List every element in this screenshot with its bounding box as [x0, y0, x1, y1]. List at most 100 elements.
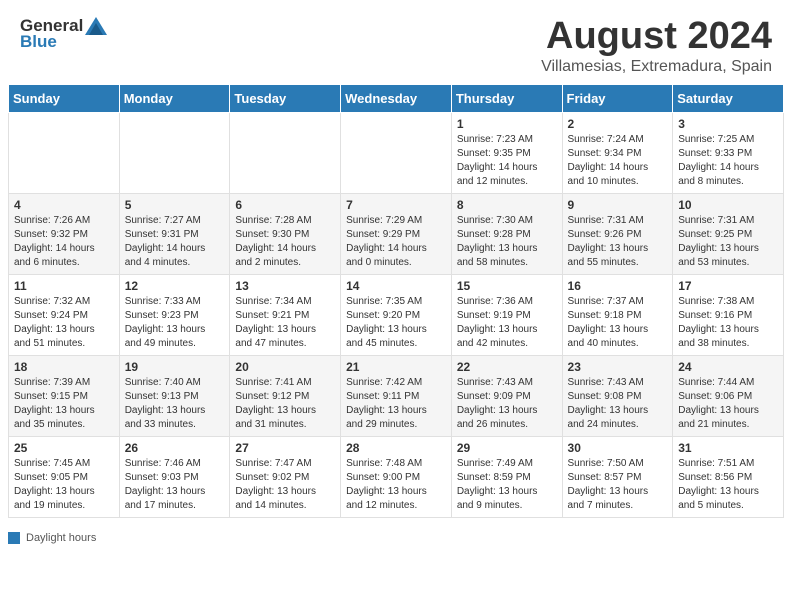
calendar-cell: 25 Sunrise: 7:45 AM Sunset: 9:05 PM Dayli…	[9, 436, 120, 517]
header-day-sunday: Sunday	[9, 84, 120, 112]
calendar-cell: 31 Sunrise: 7:51 AM Sunset: 8:56 PM Dayli…	[673, 436, 784, 517]
day-info: Sunrise: 7:26 AM Sunset: 9:32 PM Dayligh…	[14, 214, 114, 270]
day-info: Sunrise: 7:41 AM Sunset: 9:12 PM Dayligh…	[235, 376, 335, 432]
day-number: 2	[568, 117, 668, 131]
calendar-cell: 19Sunrise: 7:40 AM Sunset: 9:13 PM Dayli…	[119, 355, 230, 436]
day-number: 10	[678, 198, 778, 212]
day-info: Sunrise: 7:39 AM Sunset: 9:15 PM Dayligh…	[14, 376, 114, 432]
day-number: 29	[457, 441, 557, 455]
day-number: 21	[346, 360, 446, 374]
calendar-header: SundayMondayTuesdayWednesdayThursdayFrid…	[9, 84, 784, 112]
day-number: 7	[346, 198, 446, 212]
calendar-cell	[119, 112, 230, 193]
day-number: 17	[678, 279, 778, 293]
day-info: Sunrise: 7:31 AM Sunset: 9:25 PM Dayligh…	[678, 214, 778, 270]
logo-icon	[85, 17, 107, 35]
header-day-saturday: Saturday	[673, 84, 784, 112]
day-info: Sunrise: 7:27 AM Sunset: 9:31 PM Dayligh…	[125, 214, 225, 270]
calendar-cell: 27 Sunrise: 7:47 AM Sunset: 9:02 PM Dayli…	[230, 436, 341, 517]
calendar-cell: 2Sunrise: 7:24 AM Sunset: 9:34 PM Daylig…	[562, 112, 673, 193]
day-number: 13	[235, 279, 335, 293]
day-number: 15	[457, 279, 557, 293]
calendar-cell: 4 Sunrise: 7:26 AM Sunset: 9:32 PM Daylig…	[9, 193, 120, 274]
page-footer: Daylight hours	[0, 526, 792, 550]
day-info: Sunrise: 7:46 AM Sunset: 9:03 PM Dayligh…	[125, 457, 225, 513]
day-info: Sunrise: 7:33 AM Sunset: 9:23 PM Dayligh…	[125, 295, 225, 351]
header-row: SundayMondayTuesdayWednesdayThursdayFrid…	[9, 84, 784, 112]
calendar-cell: 12 Sunrise: 7:33 AM Sunset: 9:23 PM Dayli…	[119, 274, 230, 355]
calendar-cell: 8 Sunrise: 7:30 AM Sunset: 9:28 PM Daylig…	[451, 193, 562, 274]
calendar-week-3: 11 Sunrise: 7:32 AM Sunset: 9:24 PM Dayli…	[9, 274, 784, 355]
day-info: Sunrise: 7:38 AM Sunset: 9:16 PM Dayligh…	[678, 295, 778, 351]
day-number: 14	[346, 279, 446, 293]
day-number: 25	[14, 441, 114, 455]
daylight-dot	[8, 532, 20, 544]
calendar-body: 1Sunrise: 7:23 AM Sunset: 9:35 PM Daylig…	[9, 112, 784, 517]
calendar-cell	[9, 112, 120, 193]
calendar-cell: 13 Sunrise: 7:34 AM Sunset: 9:21 PM Dayli…	[230, 274, 341, 355]
day-number: 6	[235, 198, 335, 212]
day-info: Sunrise: 7:25 AM Sunset: 9:33 PM Dayligh…	[678, 133, 778, 189]
day-info: Sunrise: 7:40 AM Sunset: 9:13 PM Dayligh…	[125, 376, 225, 432]
logo: General Blue	[20, 16, 107, 52]
day-info: Sunrise: 7:44 AM Sunset: 9:06 PM Dayligh…	[678, 376, 778, 432]
day-info: Sunrise: 7:51 AM Sunset: 8:56 PM Dayligh…	[678, 457, 778, 513]
day-info: Sunrise: 7:47 AM Sunset: 9:02 PM Dayligh…	[235, 457, 335, 513]
calendar-cell: 20 Sunrise: 7:41 AM Sunset: 9:12 PM Dayli…	[230, 355, 341, 436]
day-number: 31	[678, 441, 778, 455]
calendar-cell: 17 Sunrise: 7:38 AM Sunset: 9:16 PM Dayli…	[673, 274, 784, 355]
calendar-cell: 3 Sunrise: 7:25 AM Sunset: 9:33 PM Daylig…	[673, 112, 784, 193]
day-number: 27	[235, 441, 335, 455]
day-info: Sunrise: 7:48 AM Sunset: 9:00 PM Dayligh…	[346, 457, 446, 513]
day-info: Sunrise: 7:37 AM Sunset: 9:18 PM Dayligh…	[568, 295, 668, 351]
calendar-cell: 7Sunrise: 7:29 AM Sunset: 9:29 PM Daylig…	[341, 193, 452, 274]
day-info: Sunrise: 7:32 AM Sunset: 9:24 PM Dayligh…	[14, 295, 114, 351]
calendar-cell: 5 Sunrise: 7:27 AM Sunset: 9:31 PM Daylig…	[119, 193, 230, 274]
day-info: Sunrise: 7:34 AM Sunset: 9:21 PM Dayligh…	[235, 295, 335, 351]
day-number: 3	[678, 117, 778, 131]
day-number: 1	[457, 117, 557, 131]
calendar-cell	[230, 112, 341, 193]
day-info: Sunrise: 7:43 AM Sunset: 9:08 PM Dayligh…	[568, 376, 668, 432]
day-info: Sunrise: 7:28 AM Sunset: 9:30 PM Dayligh…	[235, 214, 335, 270]
day-number: 16	[568, 279, 668, 293]
calendar-week-4: 18Sunrise: 7:39 AM Sunset: 9:15 PM Dayli…	[9, 355, 784, 436]
calendar-cell: 11 Sunrise: 7:32 AM Sunset: 9:24 PM Dayli…	[9, 274, 120, 355]
header-day-tuesday: Tuesday	[230, 84, 341, 112]
calendar-cell	[341, 112, 452, 193]
day-number: 9	[568, 198, 668, 212]
header-day-friday: Friday	[562, 84, 673, 112]
day-number: 4	[14, 198, 114, 212]
calendar-week-1: 1Sunrise: 7:23 AM Sunset: 9:35 PM Daylig…	[9, 112, 784, 193]
calendar-cell: 10 Sunrise: 7:31 AM Sunset: 9:25 PM Dayli…	[673, 193, 784, 274]
calendar-cell: 23 Sunrise: 7:43 AM Sunset: 9:08 PM Dayli…	[562, 355, 673, 436]
day-number: 24	[678, 360, 778, 374]
day-number: 23	[568, 360, 668, 374]
day-number: 11	[14, 279, 114, 293]
header-day-monday: Monday	[119, 84, 230, 112]
calendar-cell: 15Sunrise: 7:36 AM Sunset: 9:19 PM Dayli…	[451, 274, 562, 355]
calendar-cell: 24 Sunrise: 7:44 AM Sunset: 9:06 PM Dayli…	[673, 355, 784, 436]
header-day-wednesday: Wednesday	[341, 84, 452, 112]
day-number: 20	[235, 360, 335, 374]
day-info: Sunrise: 7:49 AM Sunset: 8:59 PM Dayligh…	[457, 457, 557, 513]
calendar-cell: 14Sunrise: 7:35 AM Sunset: 9:20 PM Dayli…	[341, 274, 452, 355]
calendar-cell: 22 Sunrise: 7:43 AM Sunset: 9:09 PM Dayli…	[451, 355, 562, 436]
calendar-cell: 29 Sunrise: 7:49 AM Sunset: 8:59 PM Dayli…	[451, 436, 562, 517]
day-number: 22	[457, 360, 557, 374]
day-number: 28	[346, 441, 446, 455]
day-info: Sunrise: 7:45 AM Sunset: 9:05 PM Dayligh…	[14, 457, 114, 513]
day-info: Sunrise: 7:43 AM Sunset: 9:09 PM Dayligh…	[457, 376, 557, 432]
day-number: 8	[457, 198, 557, 212]
calendar-cell: 28 Sunrise: 7:48 AM Sunset: 9:00 PM Dayli…	[341, 436, 452, 517]
title-block: August 2024 Villamesias, Extremadura, Sp…	[541, 16, 772, 76]
calendar-cell: 18Sunrise: 7:39 AM Sunset: 9:15 PM Dayli…	[9, 355, 120, 436]
calendar-cell: 6 Sunrise: 7:28 AM Sunset: 9:30 PM Daylig…	[230, 193, 341, 274]
page-subtitle: Villamesias, Extremadura, Spain	[541, 58, 772, 76]
header-day-thursday: Thursday	[451, 84, 562, 112]
calendar-cell: 26Sunrise: 7:46 AM Sunset: 9:03 PM Dayli…	[119, 436, 230, 517]
day-number: 5	[125, 198, 225, 212]
day-info: Sunrise: 7:30 AM Sunset: 9:28 PM Dayligh…	[457, 214, 557, 270]
day-number: 12	[125, 279, 225, 293]
calendar-table: SundayMondayTuesdayWednesdayThursdayFrid…	[8, 84, 784, 518]
